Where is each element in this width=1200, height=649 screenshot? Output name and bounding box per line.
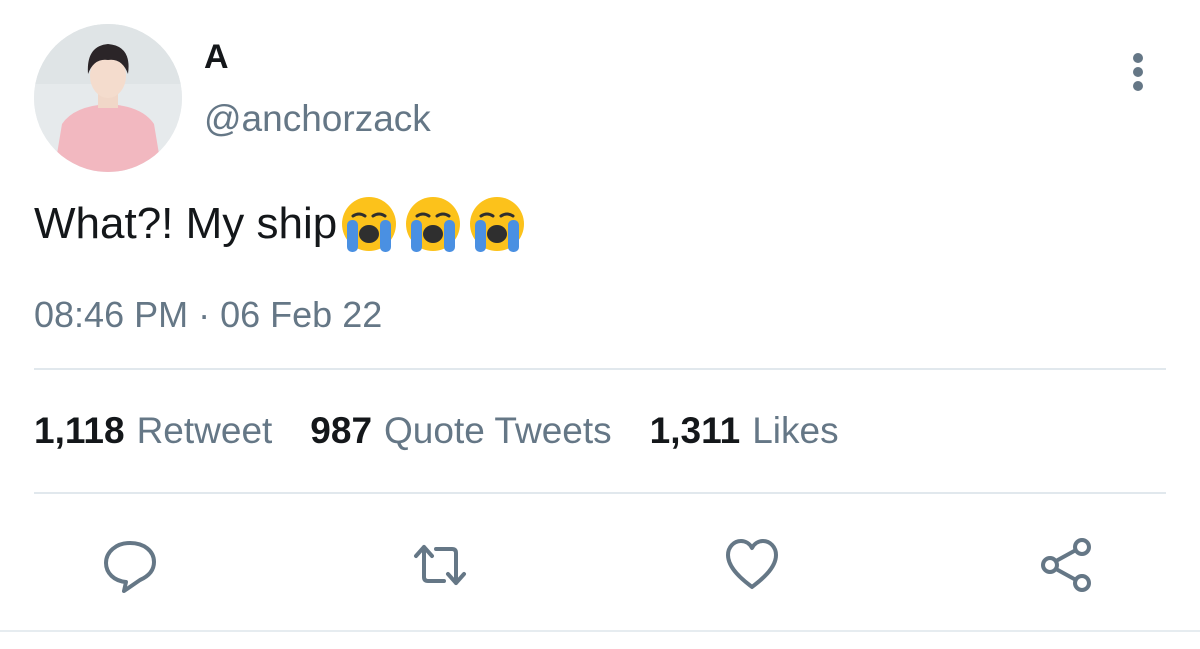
- quote-count-link[interactable]: 987 Quote Tweets: [310, 410, 611, 452]
- quote-label: Quote Tweets: [384, 410, 612, 451]
- bottom-divider: [0, 630, 1200, 632]
- more-options-button[interactable]: [1118, 48, 1158, 94]
- divider: [34, 492, 1166, 494]
- display-name[interactable]: A: [204, 38, 229, 77]
- reply-icon: [104, 541, 156, 593]
- more-vertical-icon: [1133, 53, 1143, 91]
- retweet-count: 1,118: [34, 410, 125, 451]
- loudly-crying-face-icon: [403, 194, 463, 254]
- divider: [34, 368, 1166, 370]
- retweet-count-link[interactable]: 1,118 Retweet: [34, 410, 272, 452]
- tweet-stats: 1,118 Retweet 987 Quote Tweets 1,311 Likes: [34, 410, 877, 452]
- like-count: 1,311: [649, 410, 741, 451]
- retweet-icon: [414, 545, 466, 585]
- timestamp-separator: ·: [198, 294, 211, 335]
- tweet-time: 08:46 PM: [34, 294, 189, 335]
- tweet-timestamp[interactable]: 08:46 PM · 06 Feb 22: [34, 294, 382, 336]
- quote-count: 987: [310, 410, 373, 451]
- share-icon: [1041, 538, 1091, 592]
- avatar[interactable]: [34, 24, 182, 172]
- heart-icon: [726, 539, 778, 589]
- like-button[interactable]: [722, 535, 782, 595]
- retweet-label: Retweet: [136, 410, 273, 451]
- user-handle[interactable]: @anchorzack: [204, 98, 431, 140]
- like-count-link[interactable]: 1,311 Likes: [650, 410, 839, 452]
- retweet-button[interactable]: [410, 535, 470, 595]
- tweet-body: What?! My ship: [34, 199, 338, 248]
- tweet-text: What?! My ship: [34, 194, 529, 254]
- loudly-crying-face-icon: [339, 194, 399, 254]
- tweet-card: A @anchorzack What?! My ship 08:46 PM · …: [0, 0, 1200, 649]
- reply-button[interactable]: [100, 535, 160, 595]
- like-label: Likes: [752, 410, 839, 451]
- loudly-crying-face-icon: [467, 194, 527, 254]
- tweet-date: 06 Feb 22: [220, 294, 383, 335]
- share-button[interactable]: [1036, 535, 1096, 595]
